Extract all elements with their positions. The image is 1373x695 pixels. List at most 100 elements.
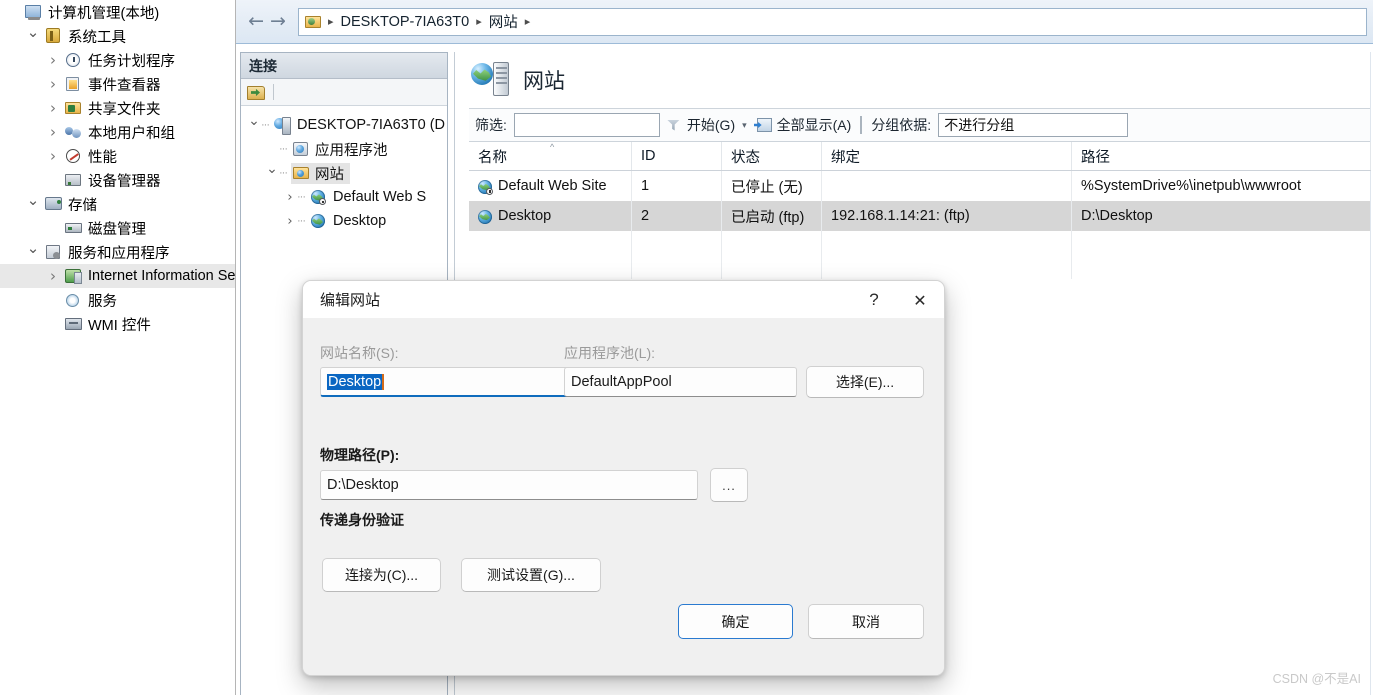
table-header-row[interactable]: 名称 ^ ID 状态 绑定 路径 xyxy=(469,142,1371,171)
table-cell-value: 1 xyxy=(641,178,650,194)
sites-table[interactable]: 名称 ^ ID 状态 绑定 路径 Default Web Site 1 已停止 (无) %Sys… xyxy=(469,142,1371,279)
cancel-button[interactable]: 取消 xyxy=(808,604,924,639)
table-row[interactable]: Default Web Site 1 已停止 (无) %SystemDrive%\in… xyxy=(469,171,1371,201)
mmc-tree-item[interactable]: 事件查看器 xyxy=(0,72,235,96)
chevron-down-icon[interactable]: ⌄ xyxy=(247,114,261,128)
chevron-right-icon[interactable] xyxy=(44,51,62,69)
mmc-tree-item[interactable]: Internet Information Se xyxy=(0,264,235,288)
column-header[interactable]: 名称 ^ xyxy=(469,142,632,170)
connect-as-button[interactable]: 连接为(C)... xyxy=(322,558,441,592)
breadcrumb-item-server[interactable]: DESKTOP-7IA63T0 xyxy=(341,14,470,30)
filter-label: 筛选: xyxy=(475,117,507,133)
edit-site-dialog: 编辑网站 ? ✕ 网站名称(S): Desktop 应用程序池(L): Defa… xyxy=(302,280,945,676)
breadcrumb-item-sites[interactable]: 网站 xyxy=(489,11,518,32)
mmc-tree-item[interactable]: 设备管理器 xyxy=(0,168,235,192)
table-row[interactable]: Desktop 2 已启动 (ftp) 192.168.1.14:21: (ftp) D… xyxy=(469,201,1371,231)
table-cell-value: 192.168.1.14:21: (ftp) xyxy=(831,208,970,224)
mmc-tree-item[interactable]: 系统工具 xyxy=(0,24,235,48)
forward-arrow-icon[interactable]: → xyxy=(270,12,286,31)
sites-folder-icon xyxy=(305,15,321,29)
breadcrumb[interactable]: ▸ DESKTOP-7IA63T0 ▸ 网站 ▸ xyxy=(298,7,1367,36)
table-cell-name: Default Web Site xyxy=(469,171,632,201)
show-all-icon[interactable] xyxy=(754,118,772,132)
tree-connector-line: ··· xyxy=(279,167,288,179)
column-header[interactable]: 绑定 xyxy=(822,142,1072,170)
chevron-down-icon[interactable] xyxy=(24,250,42,254)
table-empty-cell xyxy=(822,231,1072,279)
back-arrow-icon[interactable]: ← xyxy=(248,12,264,31)
test-settings-button[interactable]: 测试设置(G)... xyxy=(461,558,601,592)
mmc-tree-item[interactable]: 服务 xyxy=(0,288,235,312)
app-pool-input[interactable]: DefaultAppPool xyxy=(564,367,797,397)
table-cell-path: %SystemDrive%\inetpub\wwwroot xyxy=(1072,171,1371,201)
dialog-title: 编辑网站 xyxy=(320,292,381,309)
site-name-input[interactable]: Desktop xyxy=(320,367,569,397)
browse-button[interactable]: ... xyxy=(710,468,748,502)
filter-input[interactable] xyxy=(513,113,660,137)
chevron-right-icon[interactable] xyxy=(44,123,62,141)
connections-tree-item[interactable]: › ··· Desktop xyxy=(241,209,447,233)
connect-to-server-icon[interactable] xyxy=(247,84,265,100)
mmc-tree-item[interactable]: 存储 xyxy=(0,192,235,216)
mmc-tree-item[interactable]: 本地用户和组 xyxy=(0,120,235,144)
site-name-value: Desktop xyxy=(327,373,383,390)
mmc-tree-item-label: 磁盘管理 xyxy=(88,221,146,238)
mmc-tree-item[interactable]: 共享文件夹 xyxy=(0,96,235,120)
filter-bar[interactable]: 筛选: 开始(G) ▾ 全部显示(A) 分组依据: 不进行分组 xyxy=(469,108,1371,142)
connections-tree-item[interactable]: › ··· Default Web S xyxy=(241,185,447,209)
tools-icon xyxy=(42,27,64,45)
table-cell-value: D:\Desktop xyxy=(1081,208,1153,224)
column-header[interactable]: 路径 xyxy=(1072,142,1371,170)
help-icon[interactable]: ? xyxy=(852,281,896,319)
mmc-tree-item-label: 系统工具 xyxy=(68,29,126,46)
mmc-tree-item[interactable]: 服务和应用程序 xyxy=(0,240,235,264)
sort-ascending-icon: ^ xyxy=(550,142,555,152)
show-all-button[interactable]: 全部显示(A) xyxy=(777,115,852,135)
chevron-down-icon[interactable]: ⌄ xyxy=(265,162,279,176)
computer-management-tree[interactable]: 计算机管理(本地) 系统工具任务计划程序事件查看器共享文件夹本地用户和组性能设备管… xyxy=(0,0,235,336)
mmc-tree-item[interactable]: 性能 xyxy=(0,144,235,168)
clock-icon xyxy=(62,51,84,69)
navigation-buttons[interactable]: ← → xyxy=(236,0,298,43)
chevron-right-icon[interactable]: › xyxy=(283,190,297,205)
table-body[interactable]: Default Web Site 1 已停止 (无) %SystemDrive%\in… xyxy=(469,171,1371,231)
chevron-down-icon[interactable] xyxy=(24,202,42,206)
connections-tree-item[interactable]: ··· 应用程序池 xyxy=(241,137,447,161)
chevron-down-icon[interactable] xyxy=(24,34,42,38)
chevron-right-icon[interactable] xyxy=(44,147,62,165)
content-header: 网站 xyxy=(455,52,1371,108)
tree-connector-line: ··· xyxy=(279,143,288,155)
computer-management-tree-pane[interactable]: 计算机管理(本地) 系统工具任务计划程序事件查看器共享文件夹本地用户和组性能设备管… xyxy=(0,0,236,695)
close-icon[interactable]: ✕ xyxy=(898,281,942,319)
column-header[interactable]: ID xyxy=(632,142,722,170)
chevron-right-icon[interactable]: › xyxy=(283,214,297,229)
chevron-down-icon[interactable]: ▾ xyxy=(742,120,747,131)
physical-path-input[interactable]: D:\Desktop xyxy=(320,470,698,500)
table-cell-path: D:\Desktop xyxy=(1072,201,1371,231)
connections-tree-item[interactable]: ⌄ ··· 网站 xyxy=(241,161,447,185)
connections-toolbar[interactable] xyxy=(241,79,447,106)
connections-tree-item[interactable]: ⌄ ··· DESKTOP-7IA63T0 (D xyxy=(241,113,447,137)
table-cell-value: 2 xyxy=(641,208,650,224)
connections-tree-item-label: 网站 xyxy=(315,166,344,183)
wmi-icon xyxy=(62,315,84,333)
groupby-select[interactable]: 不进行分组 xyxy=(938,113,1129,137)
chevron-right-icon[interactable] xyxy=(44,267,62,285)
mmc-tree-item-label: 本地用户和组 xyxy=(88,125,175,142)
mmc-tree-item[interactable]: WMI 控件 xyxy=(0,312,235,336)
app-pool-label: 应用程序池(L): xyxy=(564,345,655,361)
mmc-tree-item[interactable]: 任务计划程序 xyxy=(0,48,235,72)
site-icon xyxy=(309,212,329,230)
column-header[interactable]: 状态 xyxy=(722,142,822,170)
device-manager-icon xyxy=(62,171,84,189)
table-cell-value: %SystemDrive%\inetpub\wwwroot xyxy=(1081,178,1301,194)
chevron-right-icon[interactable] xyxy=(44,75,62,93)
filter-go-button[interactable]: 开始(G) xyxy=(687,115,735,135)
shared-folder-icon xyxy=(62,99,84,117)
mmc-tree-item[interactable]: 磁盘管理 xyxy=(0,216,235,240)
passthrough-auth-label: 传递身份验证 xyxy=(320,512,404,528)
ok-button[interactable]: 确定 xyxy=(678,604,793,639)
chevron-right-icon[interactable] xyxy=(44,99,62,117)
mmc-tree-item[interactable]: 计算机管理(本地) xyxy=(0,0,235,24)
select-app-pool-button[interactable]: 选择(E)... xyxy=(806,366,924,398)
